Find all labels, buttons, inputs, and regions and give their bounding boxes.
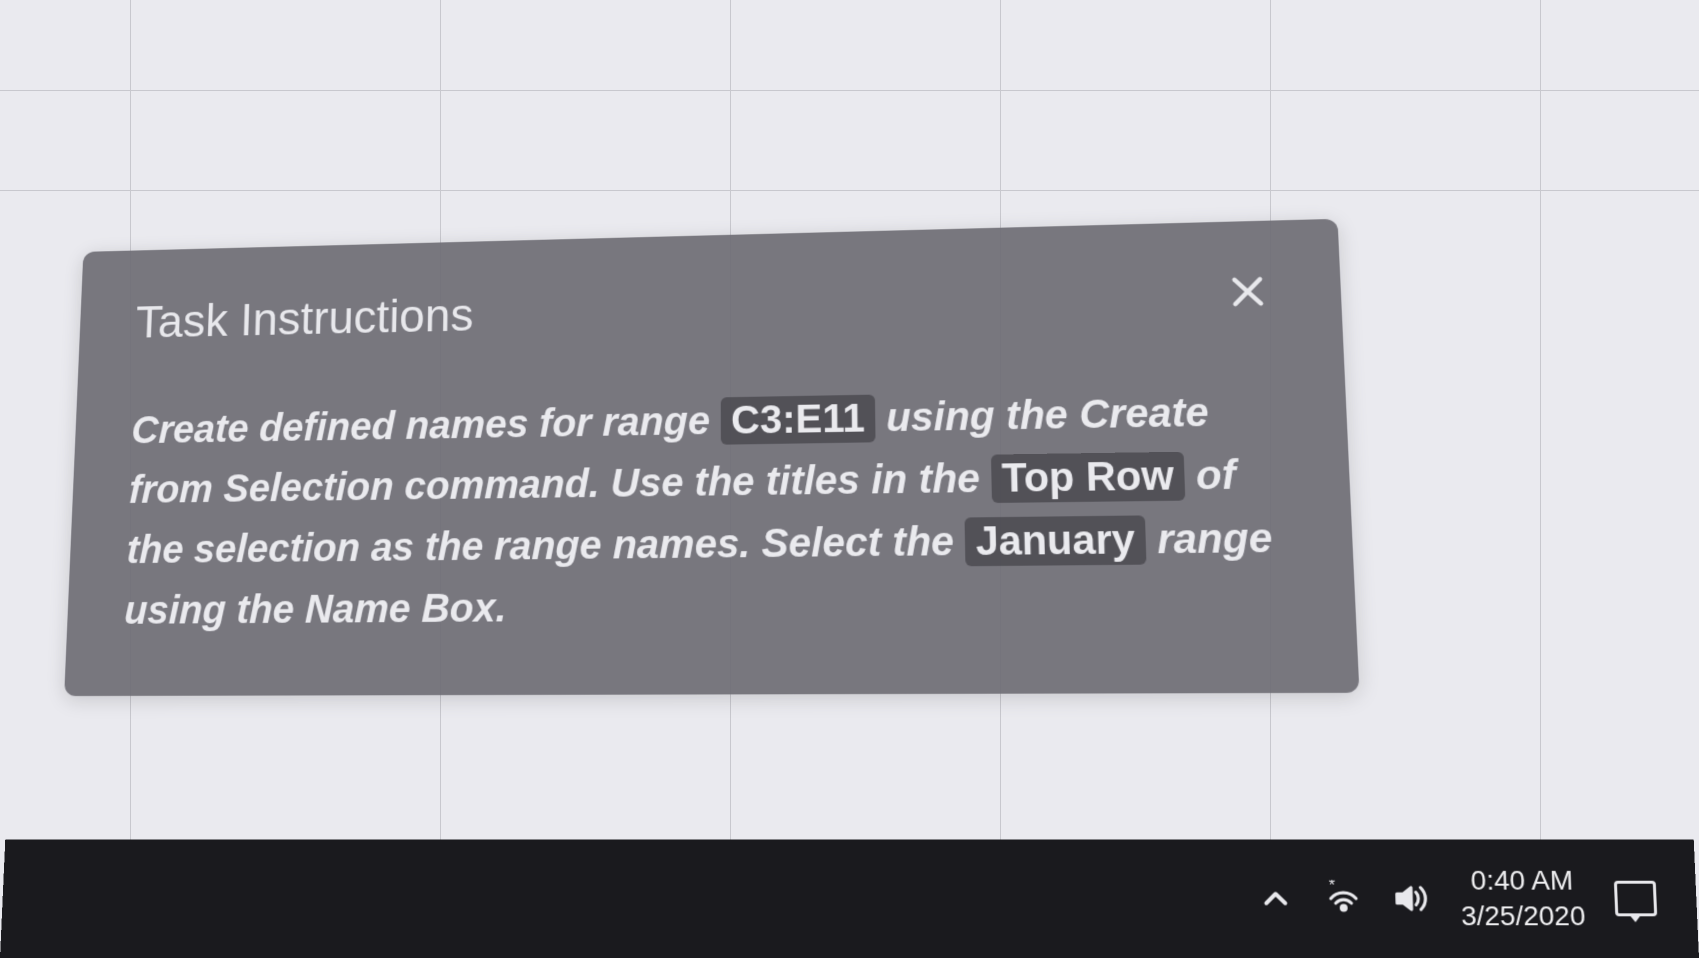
close-icon [1225,270,1270,313]
clock-time: 0:40 AM [1459,863,1584,899]
january-highlight: January [965,515,1146,566]
show-hidden-icons-button[interactable] [1257,880,1296,918]
task-instructions-panel: Task Instructions Create defined names f… [64,219,1359,696]
wifi-icon: * [1324,880,1363,918]
clock-button[interactable]: 0:40 AM 3/25/2020 [1459,863,1586,935]
chevron-up-icon [1257,880,1296,918]
windows-taskbar: * 0:40 AM 3/25/2020 [0,839,1699,958]
svg-text:*: * [1329,880,1336,895]
range-highlight: C3:E11 [721,395,875,445]
close-button[interactable] [1217,270,1279,322]
panel-header: Task Instructions [135,270,1280,349]
action-center-button[interactable] [1614,881,1657,917]
panel-title: Task Instructions [135,289,474,349]
network-button[interactable]: * [1324,880,1363,918]
clock-date: 3/25/2020 [1461,899,1587,935]
speaker-icon [1392,880,1431,918]
volume-button[interactable] [1392,880,1431,918]
panel-body: Create defined names for range C3:E11 us… [123,380,1292,641]
instruction-text: Create defined names for range [131,399,721,452]
toprow-highlight: Top Row [991,452,1185,503]
